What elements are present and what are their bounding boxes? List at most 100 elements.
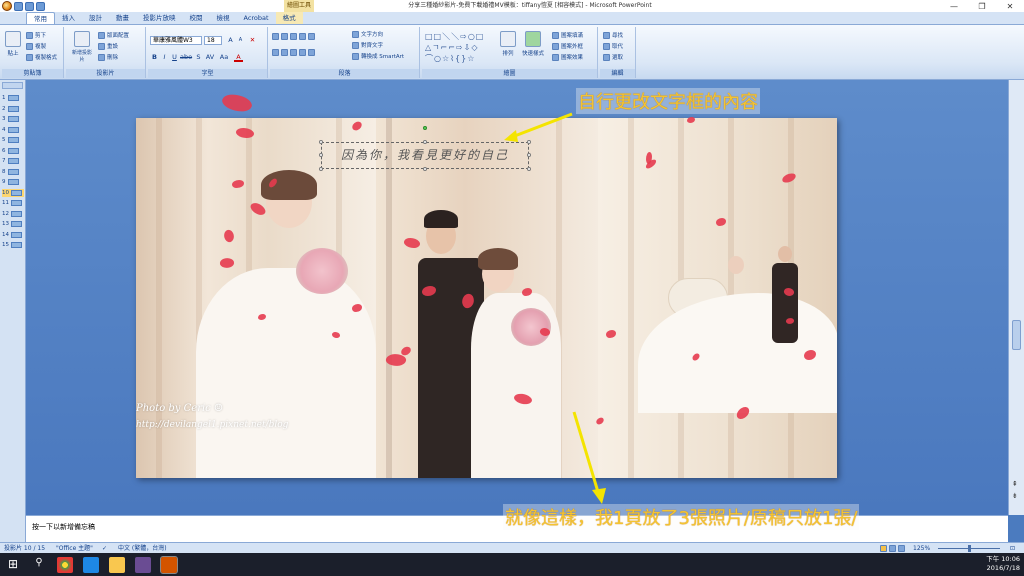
annotation-arrow-top: [504, 112, 573, 142]
start-icon[interactable]: ⊞: [5, 557, 21, 573]
normal-view-icon[interactable]: [880, 545, 887, 552]
grow-font-button[interactable]: A: [226, 36, 235, 45]
resize-handle[interactable]: [527, 153, 531, 157]
slide-thumbnail[interactable]: 3: [2, 115, 19, 123]
window-controls: — ❐ ✕: [940, 0, 1024, 12]
slide-thumbnail[interactable]: 14: [2, 231, 22, 239]
new-slide-button[interactable]: 新增投影片: [70, 31, 94, 63]
slides-pane-tabs[interactable]: [2, 82, 23, 89]
tab-insert[interactable]: 插入: [55, 12, 82, 24]
sorter-view-icon[interactable]: [889, 545, 896, 552]
shadow-button[interactable]: S: [194, 53, 203, 62]
ie-icon[interactable]: [83, 556, 99, 573]
bold-button[interactable]: B: [150, 53, 159, 62]
font-size-combo[interactable]: 18: [204, 36, 222, 45]
photo-proposal[interactable]: [598, 118, 837, 478]
replace-button[interactable]: 取代: [603, 42, 623, 50]
paste-button[interactable]: 貼上: [5, 31, 21, 57]
resize-handle[interactable]: [319, 153, 323, 157]
undo-icon[interactable]: [25, 1, 34, 11]
next-slide-icon[interactable]: ⇟: [1012, 492, 1018, 500]
tab-animations[interactable]: 動畫: [109, 12, 136, 24]
align-text-button[interactable]: 對齊文字: [352, 41, 383, 49]
resize-handle[interactable]: [423, 140, 427, 144]
slide-thumbnail[interactable]: 15: [2, 241, 22, 249]
minimize-button[interactable]: —: [940, 0, 968, 12]
tab-format[interactable]: 格式: [275, 12, 303, 24]
slide-thumbnail[interactable]: 5: [2, 136, 19, 144]
redo-icon[interactable]: [36, 1, 45, 11]
arrange-button[interactable]: 排列: [500, 31, 516, 57]
zoom-slider-thumb[interactable]: [968, 545, 971, 552]
font-color-button[interactable]: A: [234, 53, 243, 62]
char-spacing-button[interactable]: AV: [204, 53, 216, 62]
shapes-gallery[interactable]: □□＼＼⇨○□: [425, 31, 484, 42]
slide-mini-icon: [7, 147, 19, 154]
smartart-button[interactable]: 轉換成 SmartArt: [352, 52, 404, 60]
tab-home[interactable]: 常用: [26, 12, 55, 24]
clear-format-icon[interactable]: ✕: [248, 36, 257, 45]
shapes-gallery-row2[interactable]: △ㄱ⌐⌐⇨⇩◇: [425, 42, 478, 53]
select-button[interactable]: 選取: [603, 53, 623, 61]
find-button[interactable]: 尋找: [603, 31, 623, 39]
delete-slide-button[interactable]: 刪除: [98, 53, 118, 61]
slide-thumbnail[interactable]: 2: [2, 105, 19, 113]
change-case-button[interactable]: Aa: [218, 53, 230, 62]
format-painter-button[interactable]: 複製格式: [26, 53, 57, 61]
search-icon[interactable]: ⚲: [31, 557, 47, 573]
tab-review[interactable]: 校閱: [183, 12, 210, 24]
rotate-handle[interactable]: [423, 126, 427, 130]
slide-thumbnail[interactable]: 9: [2, 178, 19, 186]
maximize-button[interactable]: ❐: [968, 0, 996, 12]
slide-thumbnail[interactable]: 12: [2, 210, 22, 218]
shape-outline-button[interactable]: 圖案外框: [552, 42, 583, 50]
app-icon[interactable]: [135, 556, 151, 573]
chrome-icon[interactable]: [57, 556, 73, 573]
explorer-icon[interactable]: [109, 556, 125, 573]
scrollbar-thumb[interactable]: [1012, 320, 1021, 350]
tab-acrobat[interactable]: Acrobat: [237, 12, 276, 24]
slide-thumbnail[interactable]: 8: [2, 168, 19, 176]
underline-button[interactable]: U: [170, 53, 179, 62]
copy-button[interactable]: 複製: [26, 42, 46, 50]
slide-thumbnail[interactable]: 13: [2, 220, 22, 228]
resize-handle[interactable]: [423, 167, 427, 171]
powerpoint-icon[interactable]: [160, 555, 178, 574]
bullets-button[interactable]: [272, 33, 315, 40]
text-direction-button[interactable]: 文字方向: [352, 30, 383, 38]
tab-slideshow[interactable]: 投影片放映: [136, 12, 183, 24]
save-icon[interactable]: [14, 1, 23, 11]
shrink-font-button[interactable]: A: [236, 36, 245, 45]
resize-handle[interactable]: [527, 167, 531, 171]
close-button[interactable]: ✕: [996, 0, 1024, 12]
reset-button[interactable]: 重設: [98, 42, 118, 50]
shape-fill-button[interactable]: 圖案填滿: [552, 31, 583, 39]
slide-thumbnail[interactable]: 10: [2, 188, 24, 197]
slide-thumbnail[interactable]: 4: [2, 126, 19, 134]
resize-handle[interactable]: [319, 167, 323, 171]
prev-slide-icon[interactable]: ⇞: [1012, 480, 1018, 488]
slide-thumbnail[interactable]: 11: [2, 199, 22, 207]
slide-thumbnail[interactable]: 7: [2, 157, 19, 165]
slide-thumbnail[interactable]: 6: [2, 147, 19, 155]
cut-button[interactable]: 剪下: [26, 31, 46, 39]
office-button[interactable]: [2, 1, 12, 11]
slideshow-view-icon[interactable]: [898, 545, 905, 552]
shapes-gallery-row3[interactable]: ⌒○☆⌇{}☆: [425, 53, 475, 64]
tab-view[interactable]: 檢視: [210, 12, 237, 24]
align-buttons[interactable]: [272, 49, 315, 56]
shape-effects-button[interactable]: 圖案效果: [552, 53, 583, 61]
quick-styles-button[interactable]: 快速樣式: [520, 31, 546, 57]
italic-button[interactable]: I: [160, 53, 169, 62]
resize-handle[interactable]: [319, 140, 323, 144]
vertical-scrollbar[interactable]: ⇞ ⇟: [1008, 80, 1024, 515]
slide-textbox[interactable]: 因為你，我看見更好的自己: [321, 142, 529, 169]
font-name-combo[interactable]: 華康雅風體W3: [150, 36, 202, 45]
tab-design[interactable]: 設計: [82, 12, 109, 24]
slide[interactable]: 因為你，我看見更好的自己 Photo by Ceric ☺ http://dev…: [136, 118, 837, 478]
photo-couple[interactable]: [376, 118, 598, 478]
delete-icon: [98, 53, 105, 61]
strikethrough-button[interactable]: abe: [180, 53, 192, 62]
slide-thumbnail[interactable]: 1: [2, 94, 19, 102]
layout-button[interactable]: 版面配置: [98, 31, 129, 39]
